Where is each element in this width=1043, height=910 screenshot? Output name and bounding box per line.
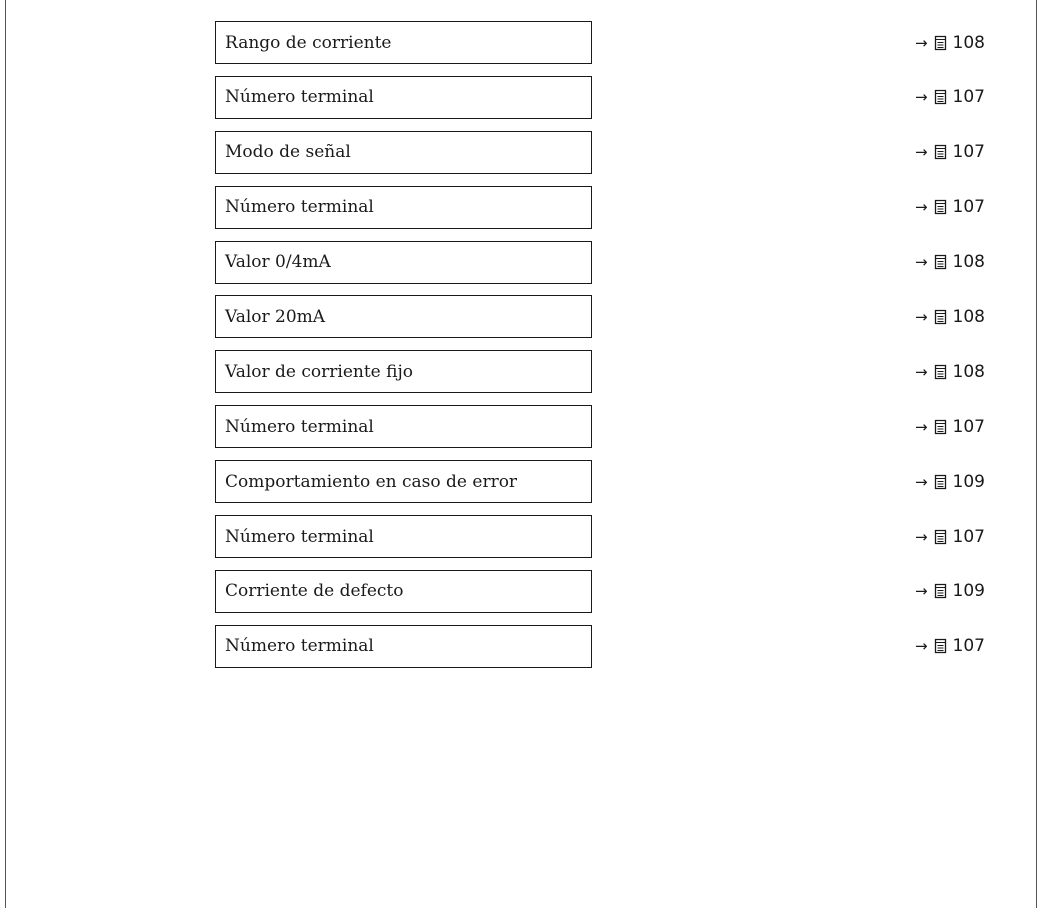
book-page-icon [934,35,947,51]
book-page-icon [934,419,947,435]
book-page-icon [934,144,947,160]
page-reference[interactable]: → 107 [915,625,985,668]
page-reference[interactable]: → 109 [915,570,985,613]
parameter-box[interactable]: Comportamiento en caso de error [215,460,592,504]
book-page-icon [934,89,947,105]
page-number: 109 [952,471,985,492]
page-reference[interactable]: → 108 [915,21,985,64]
book-page-icon [934,529,947,545]
page-number: 107 [952,416,985,437]
parameter-box[interactable]: Corriente de defecto [215,569,592,613]
parameter-box[interactable]: Número terminal [215,624,592,668]
arrow-icon: → [914,198,928,217]
parameter-row: Número terminal → 107 [0,515,1043,570]
page-reference[interactable]: → 108 [915,241,985,284]
page-number: 108 [952,361,985,382]
page-number: 107 [952,636,985,657]
parameter-row: Comportamiento en caso de error → 109 [0,460,1043,515]
page-number: 107 [952,526,985,547]
parameter-box[interactable]: Valor 0/4mA [215,240,592,284]
arrow-icon: → [914,472,928,491]
page-number: 108 [952,306,985,327]
parameter-row: Valor de corriente fijo → 108 [0,350,1043,405]
book-page-icon [934,474,947,490]
arrow-icon: → [914,143,928,162]
parameter-box[interactable]: Valor 20mA [215,295,592,339]
book-page-icon [934,638,947,654]
parameter-box[interactable]: Rango de corriente [215,21,592,64]
arrow-icon: → [914,582,928,601]
arrow-icon: → [914,307,928,326]
book-page-icon [934,199,947,215]
book-page-icon [934,309,947,325]
parameter-row: Número terminal → 107 [0,624,1043,680]
book-page-icon [934,583,947,599]
page-number: 107 [952,142,985,163]
parameter-box[interactable]: Número terminal [215,405,592,449]
page-number: 107 [952,87,985,108]
page-reference[interactable]: → 109 [915,460,985,503]
arrow-icon: → [914,527,928,546]
parameter-box[interactable]: Número terminal [215,75,592,119]
page-number: 107 [952,197,985,218]
page-reference[interactable]: → 107 [915,515,985,558]
page-reference[interactable]: → 108 [915,295,985,338]
book-page-icon [934,364,947,380]
arrow-icon: → [914,33,928,52]
parameter-list: Rango de corriente → 108 Número terminal… [0,21,1043,680]
page-number: 109 [952,581,985,602]
page-reference[interactable]: → 107 [915,186,985,229]
parameter-row: Valor 0/4mA → 108 [0,240,1043,296]
parameter-row: Valor 20mA → 108 [0,295,1043,350]
page-reference[interactable]: → 108 [915,350,985,393]
page-reference[interactable]: → 107 [915,405,985,448]
parameter-row: Modo de señal → 107 [0,130,1043,186]
arrow-icon: → [914,417,928,436]
parameter-row: Rango de corriente → 108 [0,21,1043,76]
book-page-icon [934,254,947,270]
page-number: 108 [952,32,985,53]
parameter-box[interactable]: Número terminal [215,185,592,229]
parameter-box[interactable]: Modo de señal [215,130,592,174]
arrow-icon: → [914,253,928,272]
parameter-row: Número terminal → 107 [0,405,1043,460]
page-reference[interactable]: → 107 [915,76,985,119]
page-number: 108 [952,252,985,273]
parameter-box[interactable]: Valor de corriente fijo [215,350,592,394]
arrow-icon: → [914,637,928,656]
parameter-row: Número terminal → 107 [0,185,1043,241]
arrow-icon: → [914,88,928,107]
parameter-box[interactable]: Número terminal [215,515,592,559]
parameter-row: Corriente de defecto → 109 [0,569,1043,625]
page-reference[interactable]: → 107 [915,131,985,174]
arrow-icon: → [914,362,928,381]
parameter-row: Número terminal → 107 [0,75,1043,131]
